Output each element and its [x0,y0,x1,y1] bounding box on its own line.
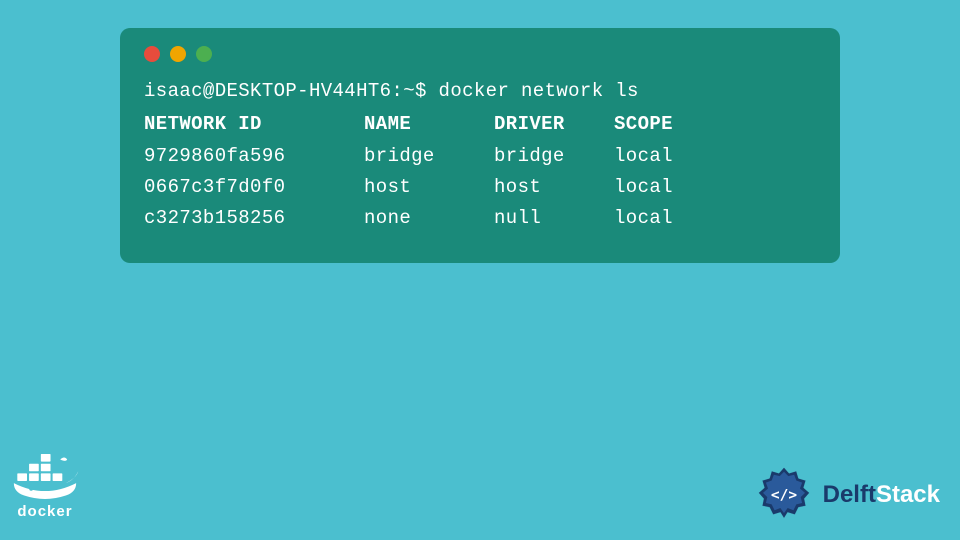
cell-name: bridge [364,141,494,172]
delftstack-regular: Stack [876,481,940,508]
minimize-button[interactable] [170,46,186,62]
table-row: c3273b158256nonenulllocal [144,203,816,234]
command-line: isaac@DESKTOP-HV44HT6:~$ docker network … [144,76,816,107]
delftstack-bold: Delft [823,481,876,508]
docker-label: docker [17,503,72,520]
docker-whale-icon [10,454,80,499]
header-driver: DRIVER [494,109,614,140]
docker-logo: docker [10,454,80,520]
traffic-lights [144,46,816,62]
header-id: NETWORK ID [144,109,364,140]
cell-id: 0667c3f7d0f0 [144,172,364,203]
cell-driver: null [494,203,614,234]
cell-name: host [364,172,494,203]
table-row: 9729860fa596bridgebridgelocal [144,141,816,172]
delftstack-badge-icon: </> [755,466,813,524]
terminal-content: isaac@DESKTOP-HV44HT6:~$ docker network … [144,76,816,235]
terminal-window: isaac@DESKTOP-HV44HT6:~$ docker network … [120,28,840,263]
cell-driver: bridge [494,141,614,172]
svg-text:</>: </> [771,487,797,503]
close-button[interactable] [144,46,160,62]
cell-id: c3273b158256 [144,203,364,234]
cell-id: 9729860fa596 [144,141,364,172]
table-header: NETWORK IDNAMEDRIVERSCOPE [144,109,816,140]
cell-scope: local [614,141,694,172]
cell-scope: local [614,203,694,234]
delftstack-logo: </> DelftStack [755,466,940,524]
cell-scope: local [614,172,694,203]
maximize-button[interactable] [196,46,212,62]
header-name: NAME [364,109,494,140]
table-rows-container: 9729860fa596bridgebridgelocal0667c3f7d0f… [144,141,816,235]
delftstack-name: DelftStack [823,481,940,509]
header-scope: SCOPE [614,109,694,140]
cell-name: none [364,203,494,234]
cell-driver: host [494,172,614,203]
table-row: 0667c3f7d0f0hosthostlocal [144,172,816,203]
